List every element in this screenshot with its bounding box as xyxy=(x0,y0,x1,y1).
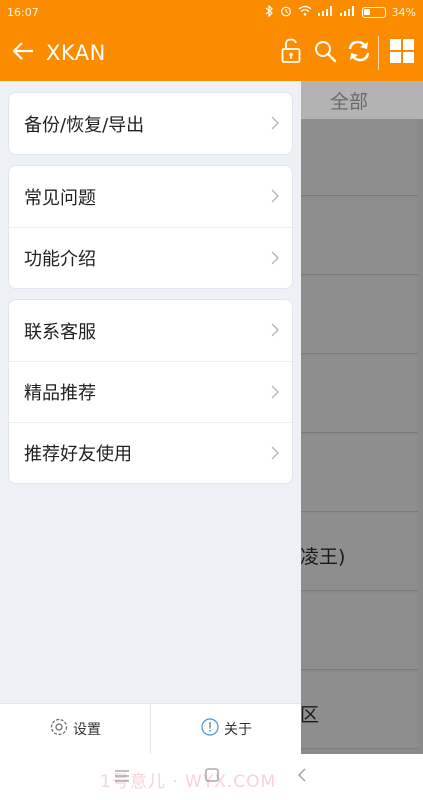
background-card-list: 凌王) 区 xyxy=(300,119,418,751)
tab-all[interactable]: 全部 xyxy=(330,87,368,114)
chevron-right-icon xyxy=(271,250,279,269)
battery-percent: 34% xyxy=(391,5,416,19)
background-card xyxy=(300,435,418,512)
back-nav-button[interactable] xyxy=(290,764,314,788)
background-card xyxy=(300,277,418,354)
menu-nav-button[interactable] xyxy=(110,764,134,788)
grid-icon xyxy=(389,38,415,68)
grid-view-button[interactable] xyxy=(385,24,419,81)
bluetooth-icon xyxy=(265,4,274,20)
chevron-right-icon xyxy=(271,322,279,341)
toolbar: XKAN xyxy=(0,24,423,81)
menu-item-label: 联系客服 xyxy=(24,321,96,343)
background-card xyxy=(300,593,418,670)
background-card xyxy=(300,119,418,196)
card-text-partial: 区 xyxy=(300,704,320,726)
alarm-icon xyxy=(280,5,292,20)
menu-item-invite-friends[interactable]: 推荐好友使用 xyxy=(9,422,292,483)
menu-item-features[interactable]: 功能介绍 xyxy=(9,227,292,288)
card-text-partial: 凌王) xyxy=(300,546,346,568)
menu-group-help: 常见问题 功能介绍 xyxy=(8,165,293,289)
wifi-icon xyxy=(298,5,312,19)
status-icons: 34% xyxy=(265,4,416,20)
chevron-right-icon xyxy=(271,384,279,403)
search-icon xyxy=(313,39,337,67)
home-nav-button[interactable] xyxy=(200,764,224,788)
back-button[interactable] xyxy=(0,24,46,81)
menu-item-label: 推荐好友使用 xyxy=(24,444,132,465)
refresh-icon xyxy=(346,39,372,67)
info-icon xyxy=(200,717,220,741)
navigation-drawer: 备份/恢复/导出 常见问题 功能介绍 联系客服 精品推荐 推荐好友使用 设置 关… xyxy=(0,81,301,754)
lock-button[interactable] xyxy=(274,24,308,81)
background-card xyxy=(300,198,418,275)
menu-item-recommended-apps[interactable]: 精品推荐 xyxy=(9,361,292,422)
menu-group-backup: 备份/恢复/导出 xyxy=(8,92,293,155)
signal-icon-2 xyxy=(339,5,356,19)
menu-item-backup-restore-export[interactable]: 备份/恢复/导出 xyxy=(9,93,292,154)
toolbar-actions xyxy=(274,24,423,81)
menu-lines-icon xyxy=(114,767,130,786)
settings-button[interactable]: 设置 xyxy=(0,704,150,754)
chevron-right-icon xyxy=(271,188,279,207)
toolbar-divider xyxy=(378,35,379,70)
menu-item-faq[interactable]: 常见问题 xyxy=(9,166,292,227)
about-label: 关于 xyxy=(224,722,252,738)
system-nav-bar: 1号意儿 · WYX.COM xyxy=(0,754,423,800)
status-time: 16:07 xyxy=(7,5,39,19)
status-bar: 16:07 34% xyxy=(0,0,423,24)
battery-icon xyxy=(361,6,386,18)
app-title: XKAN xyxy=(46,40,106,65)
app-bar: 16:07 34% XKAN xyxy=(0,0,423,81)
about-button[interactable]: 关于 xyxy=(150,704,301,754)
menu-item-label: 功能介绍 xyxy=(24,249,96,270)
lock-icon xyxy=(280,38,302,68)
chevron-right-icon xyxy=(271,445,279,464)
back-chevron-icon xyxy=(297,767,307,786)
background-card: 凌王) xyxy=(300,514,418,591)
chevron-right-icon xyxy=(271,115,279,134)
refresh-button[interactable] xyxy=(342,24,376,81)
gear-icon xyxy=(49,717,69,741)
settings-label: 设置 xyxy=(73,722,101,738)
menu-group-more: 联系客服 精品推荐 推荐好友使用 xyxy=(8,299,293,484)
menu-item-contact-support[interactable]: 联系客服 xyxy=(9,300,292,361)
background-card: 区 xyxy=(300,672,418,749)
background-card xyxy=(300,356,418,433)
signal-icon xyxy=(317,5,334,19)
drawer-footer: 设置 关于 xyxy=(0,703,301,754)
home-square-icon xyxy=(205,767,219,786)
category-tab-bar: 全部 xyxy=(300,81,423,119)
menu-item-label: 备份/恢复/导出 xyxy=(24,114,145,136)
menu-item-label: 常见问题 xyxy=(24,187,96,209)
back-arrow-icon xyxy=(12,41,34,65)
menu-item-label: 精品推荐 xyxy=(24,383,96,404)
search-button[interactable] xyxy=(308,24,342,81)
